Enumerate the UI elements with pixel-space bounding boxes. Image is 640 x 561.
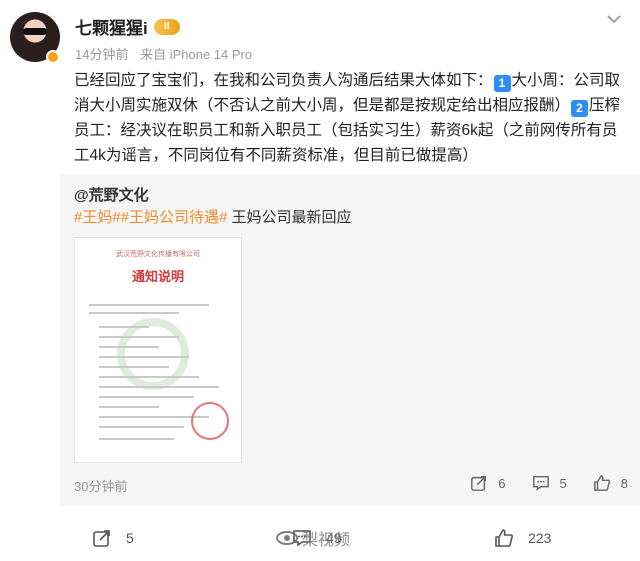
notice-title: 通知说明 (131, 269, 184, 284)
repost-text-body: 王妈公司最新回应 (227, 209, 352, 226)
company-seal-icon (191, 402, 229, 440)
watermark-text: 梨视频 (302, 532, 351, 549)
post-meta: 14分钟前 来自 iPhone 14 Pro (75, 44, 252, 63)
post-body-text-1: 已经回应了宝宝们，在我和公司负责人沟通后结果大体如下： (74, 72, 493, 89)
vip-badge[interactable]: II (153, 18, 180, 35)
keycap-2-icon: 2 (571, 100, 589, 117)
repost-share-button[interactable]: 6 (470, 474, 506, 492)
more-button[interactable] (602, 8, 626, 28)
repost-count: 6 (498, 475, 506, 491)
verified-badge-icon (46, 50, 60, 64)
more-icon (607, 15, 621, 24)
repost-text: #王妈##王妈公司待遇# 王妈公司最新回应 (74, 206, 352, 230)
post-source: 来自 iPhone 14 Pro (140, 47, 253, 62)
repost-comment-button[interactable]: 5 (532, 474, 567, 492)
hashtag-link[interactable]: #王妈# (74, 209, 121, 226)
like-icon (593, 475, 610, 491)
comment-count: 5 (559, 475, 567, 491)
watermark-eye-icon (276, 531, 298, 545)
repost-author[interactable]: @荒野文化 (74, 184, 149, 205)
post-body: 已经回应了宝宝们，在我和公司负责人沟通后结果大体如下： 1 大小周：公司取消大小周实… (74, 68, 632, 168)
keycap-1-icon: 1 (493, 75, 511, 92)
repost-card[interactable]: @荒野文化 #王妈##王妈公司待遇# 王妈公司最新回应 武汉荒野文化传播有限公司… (60, 174, 640, 506)
repost-like-button[interactable]: 8 (593, 474, 628, 492)
like-count: 8 (620, 475, 628, 491)
comment-icon (532, 475, 549, 491)
repost-icon (93, 530, 110, 547)
repost-button[interactable]: 5 (92, 528, 134, 548)
notice-org: 武汉荒野文化传播有限公司 (116, 251, 200, 258)
username-text[interactable]: 七颗猩猩i (75, 14, 148, 39)
notice-image[interactable]: 武汉荒野文化传播有限公司 通知说明 (74, 237, 242, 463)
like-icon (495, 529, 513, 547)
like-count: 223 (528, 530, 552, 546)
like-button[interactable]: 223 (494, 528, 551, 548)
repost-actions: 6 5 8 (470, 474, 628, 492)
post-header: 七颗猩猩i II 14分钟前 来自 iPhone 14 Pro (0, 0, 640, 70)
hashtag-link[interactable]: #王妈公司待遇# (121, 209, 228, 226)
post-time: 14分钟前 (75, 47, 129, 62)
username[interactable]: 七颗猩猩i II (75, 14, 180, 39)
repost-icon (471, 475, 487, 491)
repost-count: 5 (126, 530, 134, 546)
video-watermark: 梨视频 (276, 526, 350, 550)
repost-time: 30分钟前 (74, 479, 128, 494)
watermark-logo-icon (117, 318, 189, 390)
